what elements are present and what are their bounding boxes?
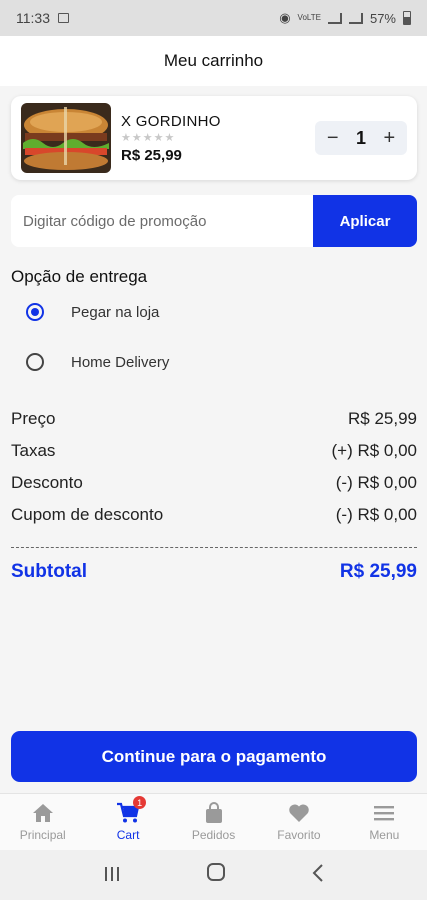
gallery-icon [58,13,69,23]
summary-value: (-) R$ 0,00 [335,473,417,492]
bag-icon [204,802,224,824]
nav-label: Principal [19,828,66,842]
apply-promo-button[interactable]: Aplicar [313,195,417,247]
system-nav-bar [0,850,427,900]
product-name: X GORDINHO [121,112,221,130]
nav-item-cart[interactable]: 1 Cart [85,794,170,850]
nav-item-pedidos[interactable]: Pedidos [171,794,256,850]
nav-label: Cart [116,828,140,842]
page-header: Meu carrinho [0,36,427,86]
summary-label: Taxas [11,441,56,460]
star-icon: ★ [153,131,164,144]
status-bar: 11:33 ◉ VoLTE 57% [0,0,427,36]
subtotal-label: Subtotal [11,561,87,582]
promo-code-input[interactable] [11,195,313,247]
summary-label: Preço [11,409,56,428]
battery-icon [403,11,411,25]
nav-label: Pedidos [191,828,236,842]
rating-stars: ★ ★ ★ ★ ★ [121,131,221,144]
summary-value: (-) R$ 0,00 [335,505,417,524]
battery-percent: 57% [369,10,396,26]
star-icon: ★ [164,131,175,144]
back-icon[interactable] [311,862,325,888]
cart-badge: 1 [133,796,147,809]
promo-section: Aplicar [11,195,417,247]
bottom-nav: Principal 1 Cart Pedidos Favorito Menu [0,793,427,850]
star-icon: ★ [131,131,142,144]
summary-row-price: Preço R$ 25,99 [11,409,417,429]
summary-divider [11,547,417,548]
network-label: VoLTE [297,13,321,22]
nav-label: Favorito [277,828,321,842]
delivery-option-label: Home Delivery [71,353,170,371]
delivery-option-label: Pegar na loja [71,303,160,321]
heart-icon [288,802,310,824]
nav-item-principal[interactable]: Principal [0,794,85,850]
summary-label: Cupom de desconto [11,505,164,524]
home-button-icon[interactable] [206,862,226,888]
star-icon: ★ [142,131,153,144]
delivery-option-pickup[interactable]: Pegar na loja [26,303,159,321]
summary-label: Desconto [11,473,83,492]
home-icon [32,802,54,824]
summary-row-discount: Desconto (-) R$ 0,00 [11,473,417,493]
signal-icon-2 [348,12,363,24]
nav-item-favorito[interactable]: Favorito [256,794,341,850]
radio-selected-icon[interactable] [26,303,44,321]
summary-value: (+) R$ 0,00 [331,441,417,460]
subtotal-value: R$ 25,99 [339,561,417,582]
summary-value: R$ 25,99 [348,409,417,428]
recent-apps-icon[interactable] [103,862,121,888]
quantity-stepper: − 1 + [315,121,407,155]
alarm-icon: ◉ [279,10,291,25]
signal-icon [327,12,342,24]
delivery-option-home[interactable]: Home Delivery [26,353,169,371]
subtotal-row: Subtotal R$ 25,99 [11,561,417,583]
quantity-value: 1 [355,127,366,148]
radio-icon[interactable] [26,353,44,371]
page-title: Meu carrinho [163,51,264,70]
nav-item-menu[interactable]: Menu [342,794,427,850]
delivery-title: Opção de entrega [11,267,148,286]
product-price: R$ 25,99 [121,146,182,164]
summary-row-taxes: Taxas (+) R$ 0,00 [11,441,417,461]
summary-row-coupon: Cupom de desconto (-) R$ 0,00 [11,505,417,525]
increment-button[interactable]: + [377,127,401,150]
menu-icon [373,802,395,824]
decrement-button[interactable]: − [321,127,345,150]
cart-item-card: X GORDINHO ★ ★ ★ ★ ★ R$ 25,99 − 1 + [11,96,417,180]
status-time: 11:33 [16,10,50,26]
nav-label: Menu [369,828,400,842]
continue-payment-button[interactable]: Continue para o pagamento [11,731,417,782]
product-image [21,103,111,173]
star-icon: ★ [121,131,131,144]
